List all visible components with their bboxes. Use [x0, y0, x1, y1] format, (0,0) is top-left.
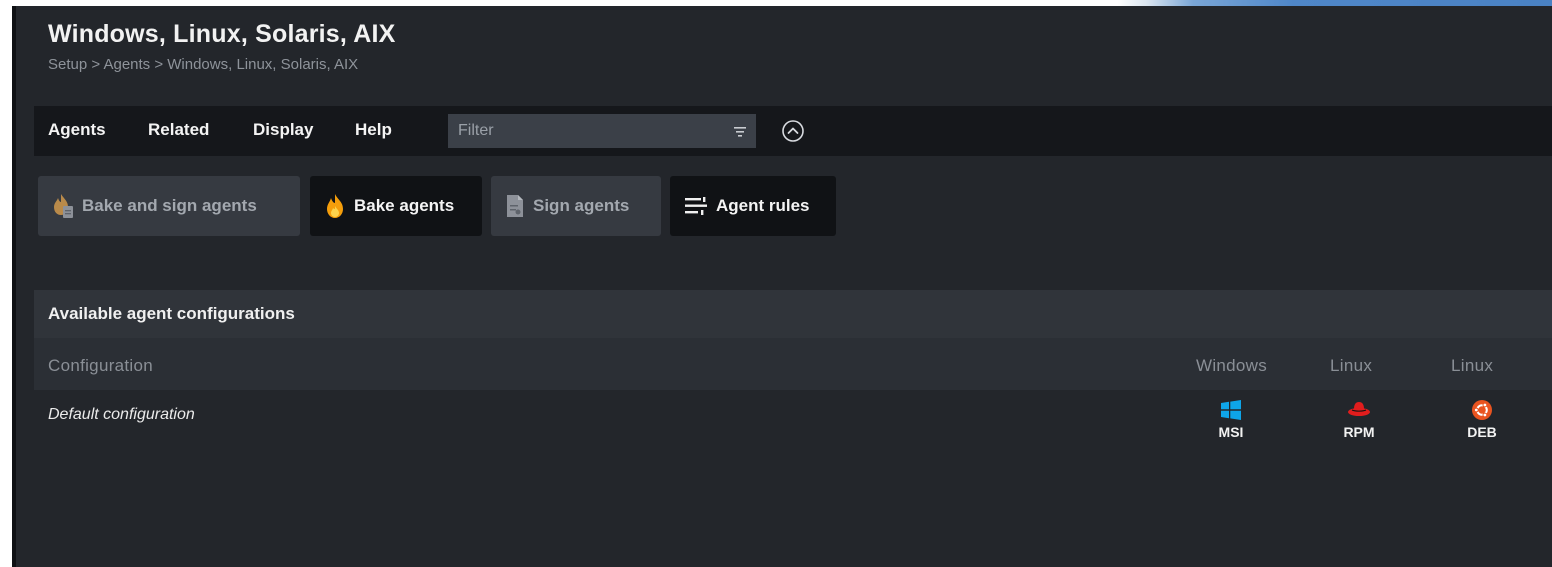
sign-agents-button[interactable]: Sign agents [491, 176, 661, 236]
table-row: Default configuration MSI RPM DEB [34, 390, 1552, 567]
menu-bar: Agents Related Display Help [34, 106, 1552, 156]
certificate-document-icon [507, 195, 523, 217]
chevron-up-circle-icon[interactable] [781, 119, 805, 143]
bake-agents-button[interactable]: Bake agents [310, 176, 482, 236]
redhat-logo-icon [1348, 402, 1370, 416]
filter-icon[interactable] [734, 126, 746, 138]
sign-agents-label: Sign agents [533, 196, 630, 215]
agent-rules-button[interactable]: Agent rules [670, 176, 836, 236]
rules-list-icon [685, 197, 707, 215]
menu-help[interactable]: Help [355, 120, 392, 140]
flame-document-icon [54, 194, 73, 218]
agent-rules-label: Agent rules [716, 196, 810, 215]
page-title: Windows, Linux, Solaris, AIX [48, 20, 396, 48]
bake-and-sign-agents-button[interactable]: Bake and sign agents [38, 176, 300, 236]
panel-title: Available agent configurations [48, 304, 295, 323]
menu-display[interactable]: Display [253, 120, 313, 140]
msi-download[interactable]: MSI [1201, 400, 1261, 440]
bake-agents-label: Bake agents [354, 196, 455, 215]
filter-input[interactable] [448, 114, 718, 148]
rpm-download[interactable]: RPM [1329, 400, 1389, 440]
agent-configurations-panel: Available agent configurations Configura… [34, 290, 1552, 567]
column-header-linux-deb[interactable]: Linux [1451, 356, 1493, 376]
menu-agents[interactable]: Agents [48, 120, 106, 140]
msi-label: MSI [1218, 424, 1244, 440]
deb-download[interactable]: DEB [1452, 400, 1512, 440]
flame-icon [327, 194, 343, 218]
ubuntu-logo-icon [1472, 400, 1492, 420]
column-header-windows[interactable]: Windows [1196, 356, 1267, 376]
table-header-row: Configuration Windows Linux Linux [34, 338, 1552, 390]
deb-label: DEB [1467, 424, 1497, 440]
column-header-configuration[interactable]: Configuration [48, 356, 153, 376]
filter-box [448, 114, 756, 148]
menu-related[interactable]: Related [148, 120, 209, 140]
configuration-name[interactable]: Default configuration [48, 406, 195, 424]
column-header-linux-rpm[interactable]: Linux [1330, 356, 1372, 376]
breadcrumb[interactable]: Setup > Agents > Windows, Linux, Solaris… [48, 56, 358, 73]
panel-header: Available agent configurations [34, 290, 1552, 338]
rpm-label: RPM [1343, 424, 1375, 440]
bake-and-sign-agents-label: Bake and sign agents [82, 196, 257, 215]
windows-logo-icon [1221, 400, 1241, 420]
app-window: Windows, Linux, Solaris, AIX Setup > Age… [12, 6, 1552, 567]
